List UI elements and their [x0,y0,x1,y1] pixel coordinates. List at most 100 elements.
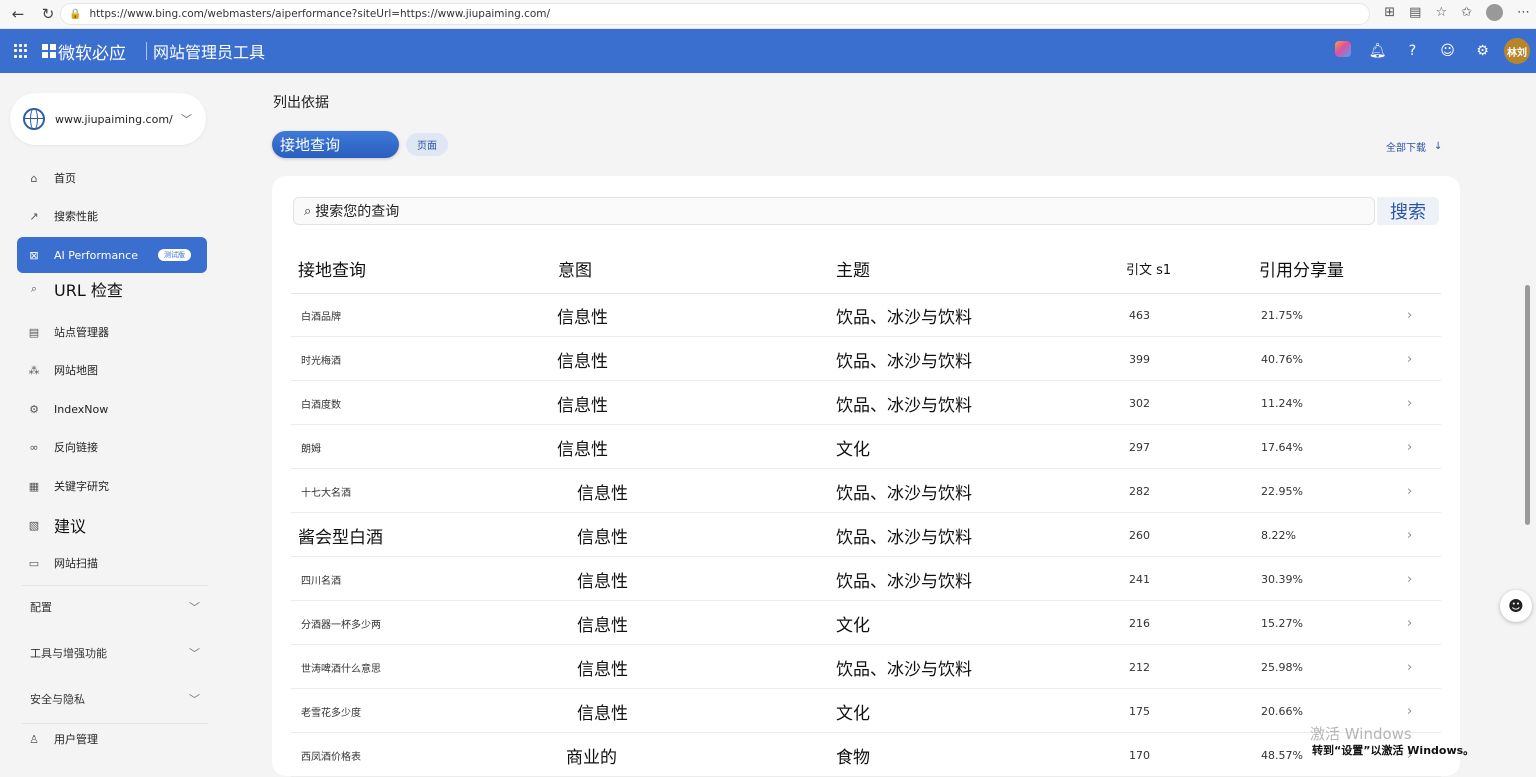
trend-icon: ↗ [29,209,39,223]
search-placeholder: 搜索您的查询 [315,204,400,220]
cell-citations: 302 [1129,396,1150,410]
sidebar-item-home[interactable]: ⌂ 首页 [17,160,207,196]
sidebar-item-keyword-research[interactable]: ▦ 关键字研究 [17,468,207,504]
cell-share: 17.64% [1261,440,1303,454]
chevron-right-icon[interactable]: › [1407,337,1412,381]
settings-gear-icon[interactable]: ⚙ [1465,43,1500,59]
results-card: ⌕ 搜索您的查询 搜索 接地查询 意图 主题 引文 s1 引用分享量 白酒品牌 … [272,176,1460,777]
cell-intent: 信息性 [577,483,628,504]
sidebar-item-indexnow[interactable]: ⚙ IndexNow [17,391,207,427]
cell-intent: 信息性 [577,527,628,548]
home-icon: ⌂ [30,171,38,185]
feedback-smiley-icon[interactable]: ☺ [1430,43,1465,59]
cell-topic: 饮品、冰沙与饮料 [836,571,972,592]
favorites-icon[interactable]: ✩ [1461,5,1472,20]
reader-icon[interactable]: ▤ [1409,5,1421,20]
cell-intent: 信息性 [557,351,608,372]
table-row[interactable]: 四川名酒 信息性 饮品、冰沙与饮料 241 30.39% › [291,557,1441,601]
sidebar-item-label: 站点管理器 [54,326,109,339]
list-by-label: 列出依据 [273,95,329,111]
sidebar-item-label: 用户管理 [54,733,98,746]
table-row[interactable]: 分酒器一杯多少两 信息性 文化 216 15.27% › [291,601,1441,645]
notification-bell-icon[interactable]: 🔔︎ [1360,43,1395,59]
back-icon[interactable]: ← [6,2,30,26]
table-row[interactable]: 白酒度数 信息性 饮品、冰沙与饮料 302 11.24% › [291,381,1441,425]
chevron-right-icon[interactable]: › [1407,425,1412,469]
section-tools[interactable]: 工具与增强功能 ﹀ [30,645,200,661]
page-scrollbar[interactable] [1525,285,1530,525]
download-all-label: 全部下载 [1386,143,1426,154]
sidebar-item-user-management[interactable]: ♙ 用户管理 [17,721,207,757]
cell-topic: 文化 [836,703,870,724]
cell-citations: 297 [1129,440,1150,454]
indexnow-icon: ⚙ [29,402,39,416]
cell-intent: 信息性 [557,307,608,328]
search-button[interactable]: 搜索 [1377,197,1439,225]
sidebar-item-sitemap[interactable]: ⁂ 网站地图 [17,352,207,388]
chevron-right-icon[interactable]: › [1407,557,1412,601]
table-row[interactable]: 白酒品牌 信息性 饮品、冰沙与饮料 463 21.75% › [291,293,1441,337]
section-label: 工具与增强功能 [30,647,107,660]
sidebar-item-ai-performance[interactable]: ⊠ AI Performance 测试版 [17,237,207,273]
product-name[interactable]: 网站管理员工具 [153,39,265,63]
table-row[interactable]: 世涛啤酒什么意思 信息性 饮品、冰沙与饮料 212 25.98% › [291,645,1441,689]
download-all-button[interactable]: 全部下载 ↓ [1386,139,1442,154]
table-row[interactable]: 酱会型白酒 信息性 饮品、冰沙与饮料 260 8.22% › [291,513,1441,557]
table-row[interactable]: 西凤酒价格表 商业的 食物 170 48.57% › [291,733,1441,777]
more-icon[interactable]: ⋯ [1517,5,1530,20]
cell-citations: 212 [1129,660,1150,674]
table-row[interactable]: 老雪花多少度 信息性 文化 175 20.66% › [291,689,1441,733]
sidebar-item-backlinks[interactable]: ∞ 反向链接 [17,429,207,465]
cell-intent: 信息性 [577,703,628,724]
cell-query: 世涛啤酒什么意思 [301,663,381,675]
refresh-icon[interactable]: ↻ [36,2,60,26]
tab-grounding-queries[interactable]: 接地查询 [272,131,399,158]
sidebar-item-site-scan[interactable]: ▭ 网站扫描 [17,545,207,581]
cell-citations: 463 [1129,308,1150,322]
sidebar-item-label: IndexNow [54,402,109,416]
help-icon[interactable]: ? [1395,43,1430,59]
favorite-star-icon[interactable]: ☆ [1435,5,1447,20]
section-security[interactable]: 安全与隐私 ﹀ [30,691,200,707]
cell-query: 西凤酒价格表 [301,751,361,763]
assistant-avatar-icon[interactable]: ☻ [1500,590,1532,622]
sidebar-item-label: 建议 [54,517,87,536]
section-config[interactable]: 配置 ﹀ [30,599,200,615]
table-row[interactable]: 朗姆 信息性 文化 297 17.64% › [291,425,1441,469]
chevron-right-icon[interactable]: › [1407,601,1412,645]
column-header-citations[interactable]: 引文 s1 [1126,259,1171,278]
search-input[interactable]: ⌕ 搜索您的查询 [293,197,1375,225]
chevron-right-icon[interactable]: › [1407,293,1412,337]
column-header-query[interactable]: 接地查询 [298,256,366,281]
cell-topic: 文化 [836,615,870,636]
sidebar-item-search-performance[interactable]: ↗ 搜索性能 [17,198,207,234]
address-bar[interactable]: 🔒 https://www.bing.com/webmasters/aiperf… [60,3,1370,25]
copilot-icon[interactable] [1325,41,1360,61]
column-header-citation-share[interactable]: 引用分享量 [1259,256,1344,281]
chevron-right-icon[interactable]: › [1407,469,1412,513]
chevron-right-icon[interactable]: › [1407,381,1412,425]
cell-citations: 282 [1129,484,1150,498]
column-header-intent[interactable]: 意图 [558,256,592,281]
chevron-down-icon: ﹀ [189,601,200,614]
brand-name[interactable]: 微软必应 [58,39,126,64]
split-screen-icon[interactable]: ⊞ [1384,5,1395,20]
cell-share: 30.39% [1261,572,1303,586]
column-header-topic[interactable]: 主题 [836,256,870,281]
app-launcher-icon[interactable] [14,44,28,58]
app-header: 微软必应 网站管理员工具 🔔︎ ? ☺ ⚙ 林刘 [0,29,1536,73]
profile-icon[interactable] [1486,4,1503,21]
site-selector[interactable]: www.jiupaiming.com/ ﹀ [10,93,206,145]
chevron-right-icon[interactable]: › [1407,513,1412,557]
sidebar-item-label: 首页 [54,172,76,185]
keyword-icon: ▦ [28,479,40,493]
table-row[interactable]: 十七大名酒 信息性 饮品、冰沙与饮料 282 22.95% › [291,469,1441,513]
tab-pages[interactable]: 页面 [406,133,448,156]
avatar[interactable]: 林刘 [1504,38,1530,64]
section-label: 配置 [30,601,52,614]
sidebar-item-site-manager[interactable]: ▤ 站点管理器 [17,314,207,350]
chevron-right-icon[interactable]: › [1407,645,1412,689]
table-row[interactable]: 时光梅酒 信息性 饮品、冰沙与饮料 399 40.76% › [291,337,1441,381]
sidebar-item-url-inspection[interactable]: ⌕ URL 检查 [17,271,207,307]
sidebar-item-recommendations[interactable]: ▧ 建议 [17,507,207,543]
